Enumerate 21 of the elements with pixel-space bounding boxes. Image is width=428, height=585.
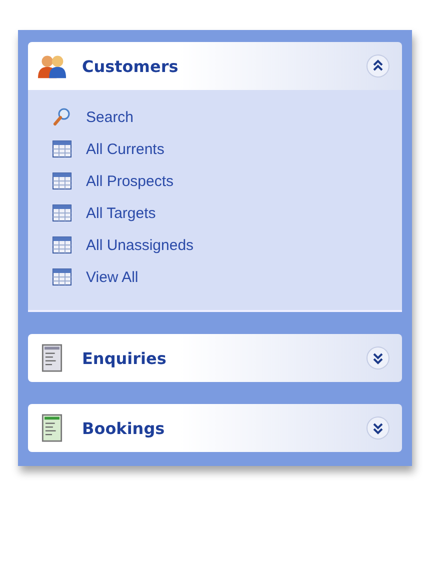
group-header[interactable]: Enquiries xyxy=(28,334,402,382)
table-icon xyxy=(52,267,72,287)
nav-item[interactable]: All Currents xyxy=(52,138,382,160)
nav-item[interactable]: All Targets xyxy=(52,202,382,224)
table-icon xyxy=(52,203,72,223)
chevron-icon[interactable] xyxy=(366,346,390,370)
nav-item[interactable]: Search xyxy=(52,106,382,128)
group-title: Enquiries xyxy=(82,348,168,368)
group-title: Customers xyxy=(82,56,180,76)
nav-item[interactable]: All Prospects xyxy=(52,170,382,192)
group-title: Bookings xyxy=(82,418,166,438)
table-icon xyxy=(52,235,72,255)
nav-item[interactable]: All Unassigneds xyxy=(52,234,382,256)
nav-item[interactable]: View All xyxy=(52,266,382,288)
group-header[interactable]: Customers xyxy=(28,42,402,90)
group-header[interactable]: Bookings xyxy=(28,404,402,452)
chevron-icon[interactable] xyxy=(366,54,390,78)
table-icon xyxy=(52,171,72,191)
search-icon xyxy=(52,107,72,127)
chevron-icon[interactable] xyxy=(366,416,390,440)
table-icon xyxy=(52,139,72,159)
